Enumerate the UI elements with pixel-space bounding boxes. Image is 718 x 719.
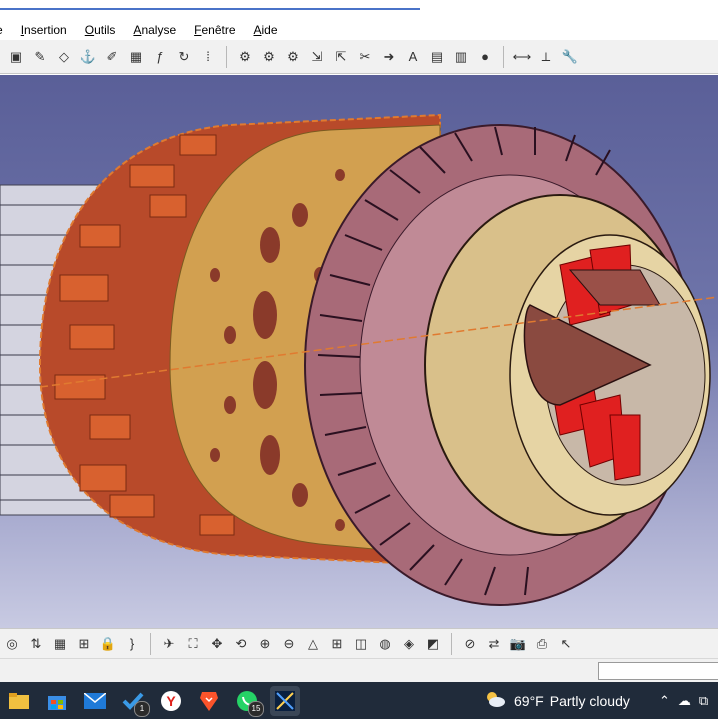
command-input[interactable] — [598, 662, 718, 680]
menu-item-insertion[interactable]: Insertion — [12, 23, 76, 37]
pan-icon[interactable]: ✥ — [207, 634, 227, 654]
toolbar-separator — [451, 632, 452, 655]
dots-matrix-icon[interactable]: ⁞ — [198, 47, 218, 67]
svg-text:Y: Y — [166, 693, 176, 709]
todo-badge: 1 — [134, 700, 150, 717]
rotate-icon[interactable]: ⟲ — [231, 634, 251, 654]
window-icon[interactable]: ⧉ — [699, 693, 708, 709]
table-icon[interactable]: ▦ — [50, 634, 70, 654]
catalog-icon[interactable]: ▤ — [427, 47, 447, 67]
engine-model[interactable] — [0, 75, 718, 628]
lock-icon[interactable]: 🔒 — [98, 634, 118, 654]
arrow-right-icon[interactable]: ➜ — [379, 47, 399, 67]
plane-icon[interactable]: ◇ — [54, 47, 74, 67]
measure-between-icon[interactable]: ⟷ — [512, 47, 532, 67]
menu-item-edit[interactable]: e — [0, 23, 12, 37]
iso-view-icon[interactable]: ◫ — [351, 634, 371, 654]
gear-axis-icon[interactable]: ⚙ — [283, 47, 303, 67]
windows-taskbar: 1 Y 15 69°F Partly cloudy ⌃ ☁ ⧉ — [0, 682, 718, 719]
camera-icon[interactable]: 📷 — [508, 634, 528, 654]
measure-item-icon[interactable]: ⟂ — [536, 47, 556, 67]
part-body-icon[interactable]: ▣ — [6, 47, 26, 67]
toolbar-separator — [226, 45, 227, 68]
title-highlight — [0, 8, 420, 10]
fit-all-icon[interactable]: ⛶ — [183, 634, 203, 654]
gear-update-icon[interactable]: ⚙ — [259, 47, 279, 67]
bracket-icon[interactable]: } — [122, 634, 142, 654]
swap-icon[interactable]: ⇄ — [484, 634, 504, 654]
3d-viewport[interactable] — [0, 75, 718, 628]
weather-temperature: 69°F — [514, 692, 544, 709]
menu-bar: e Insertion Outils Analyse Fenêtre Aide — [0, 20, 718, 40]
mail-icon[interactable] — [80, 686, 110, 716]
system-tray: ⌃ ☁ ⧉ — [655, 682, 712, 719]
wrench-icon[interactable]: 🔧 — [560, 47, 580, 67]
render-icon[interactable]: ◩ — [423, 634, 443, 654]
store-icon[interactable] — [42, 686, 72, 716]
bottom-toolbar: ◎ ⇅ ▦ ⊞ 🔒 } ✈ ⛶ ✥ ⟲ ⊕ ⊖ △ ⊞ ◫ ◍ ◈ ◩ ⊘ ⇄ … — [0, 628, 718, 658]
partly-cloudy-icon — [484, 690, 506, 711]
cloud-icon[interactable]: ☁ — [678, 693, 691, 709]
menu-item-outils[interactable]: Outils — [76, 23, 125, 37]
compass-icon[interactable]: ◎ — [2, 634, 22, 654]
insert-arrow-icon[interactable]: ⇲ — [307, 47, 327, 67]
whatsapp-icon[interactable]: 15 — [232, 686, 264, 717]
font-icon[interactable]: A — [403, 47, 423, 67]
top-toolbar: ▣ ✎ ◇ ⚓ ✐ ▦ ƒ ↻ ⁞ ⚙ ⚙ ⚙ ⇲ ⇱ ✂ ➜ A ▤ ▥ ● … — [0, 40, 718, 74]
catia-app-icon[interactable] — [270, 685, 300, 716]
file-explorer-icon[interactable] — [4, 686, 34, 716]
zoom-in-icon[interactable]: ⊕ — [255, 634, 275, 654]
yandex-browser-icon[interactable]: Y — [156, 686, 186, 716]
manage-icon[interactable]: ▥ — [451, 47, 471, 67]
window-title-bar — [0, 0, 718, 21]
brave-browser-icon[interactable] — [194, 686, 224, 716]
grid-icon[interactable]: ▦ — [126, 47, 146, 67]
zoom-out-icon[interactable]: ⊖ — [279, 634, 299, 654]
todo-check-icon[interactable]: 1 — [118, 686, 150, 717]
chevron-up-icon[interactable]: ⌃ — [659, 693, 670, 709]
weather-widget[interactable]: 69°F Partly cloudy — [484, 682, 630, 719]
sort-icon[interactable]: ⇅ — [26, 634, 46, 654]
refresh-icon[interactable]: ↻ — [174, 47, 194, 67]
apply-material-icon[interactable]: ◈ — [399, 634, 419, 654]
sphere-icon[interactable]: ● — [475, 47, 495, 67]
pencil-icon[interactable]: ✐ — [102, 47, 122, 67]
cursor-icon[interactable]: ↖ — [556, 634, 576, 654]
toolbar-separator — [503, 45, 504, 68]
print-icon[interactable]: ⎙ — [532, 634, 552, 654]
menu-item-analyse[interactable]: Analyse — [124, 23, 185, 37]
formula-icon[interactable]: ƒ — [150, 47, 170, 67]
weather-condition: Partly cloudy — [549, 692, 630, 709]
normal-view-icon[interactable]: △ — [303, 634, 323, 654]
hide-show-icon[interactable]: ⊘ — [460, 634, 480, 654]
scissors-icon[interactable]: ✂ — [355, 47, 375, 67]
gear-settings-icon[interactable]: ⚙ — [235, 47, 255, 67]
menu-item-fenetre[interactable]: Fenêtre — [185, 23, 244, 37]
export-arrow-icon[interactable]: ⇱ — [331, 47, 351, 67]
anchor-icon[interactable]: ⚓ — [78, 47, 98, 67]
tree-icon[interactable]: ⊞ — [74, 634, 94, 654]
multi-view-icon[interactable]: ⊞ — [327, 634, 347, 654]
sketch-tool-icon[interactable]: ✎ — [30, 47, 50, 67]
toolbar-separator — [150, 632, 151, 655]
whatsapp-badge: 15 — [248, 700, 264, 717]
menu-item-aide[interactable]: Aide — [245, 23, 287, 37]
shading-icon[interactable]: ◍ — [375, 634, 395, 654]
fly-mode-icon[interactable]: ✈ — [159, 634, 179, 654]
